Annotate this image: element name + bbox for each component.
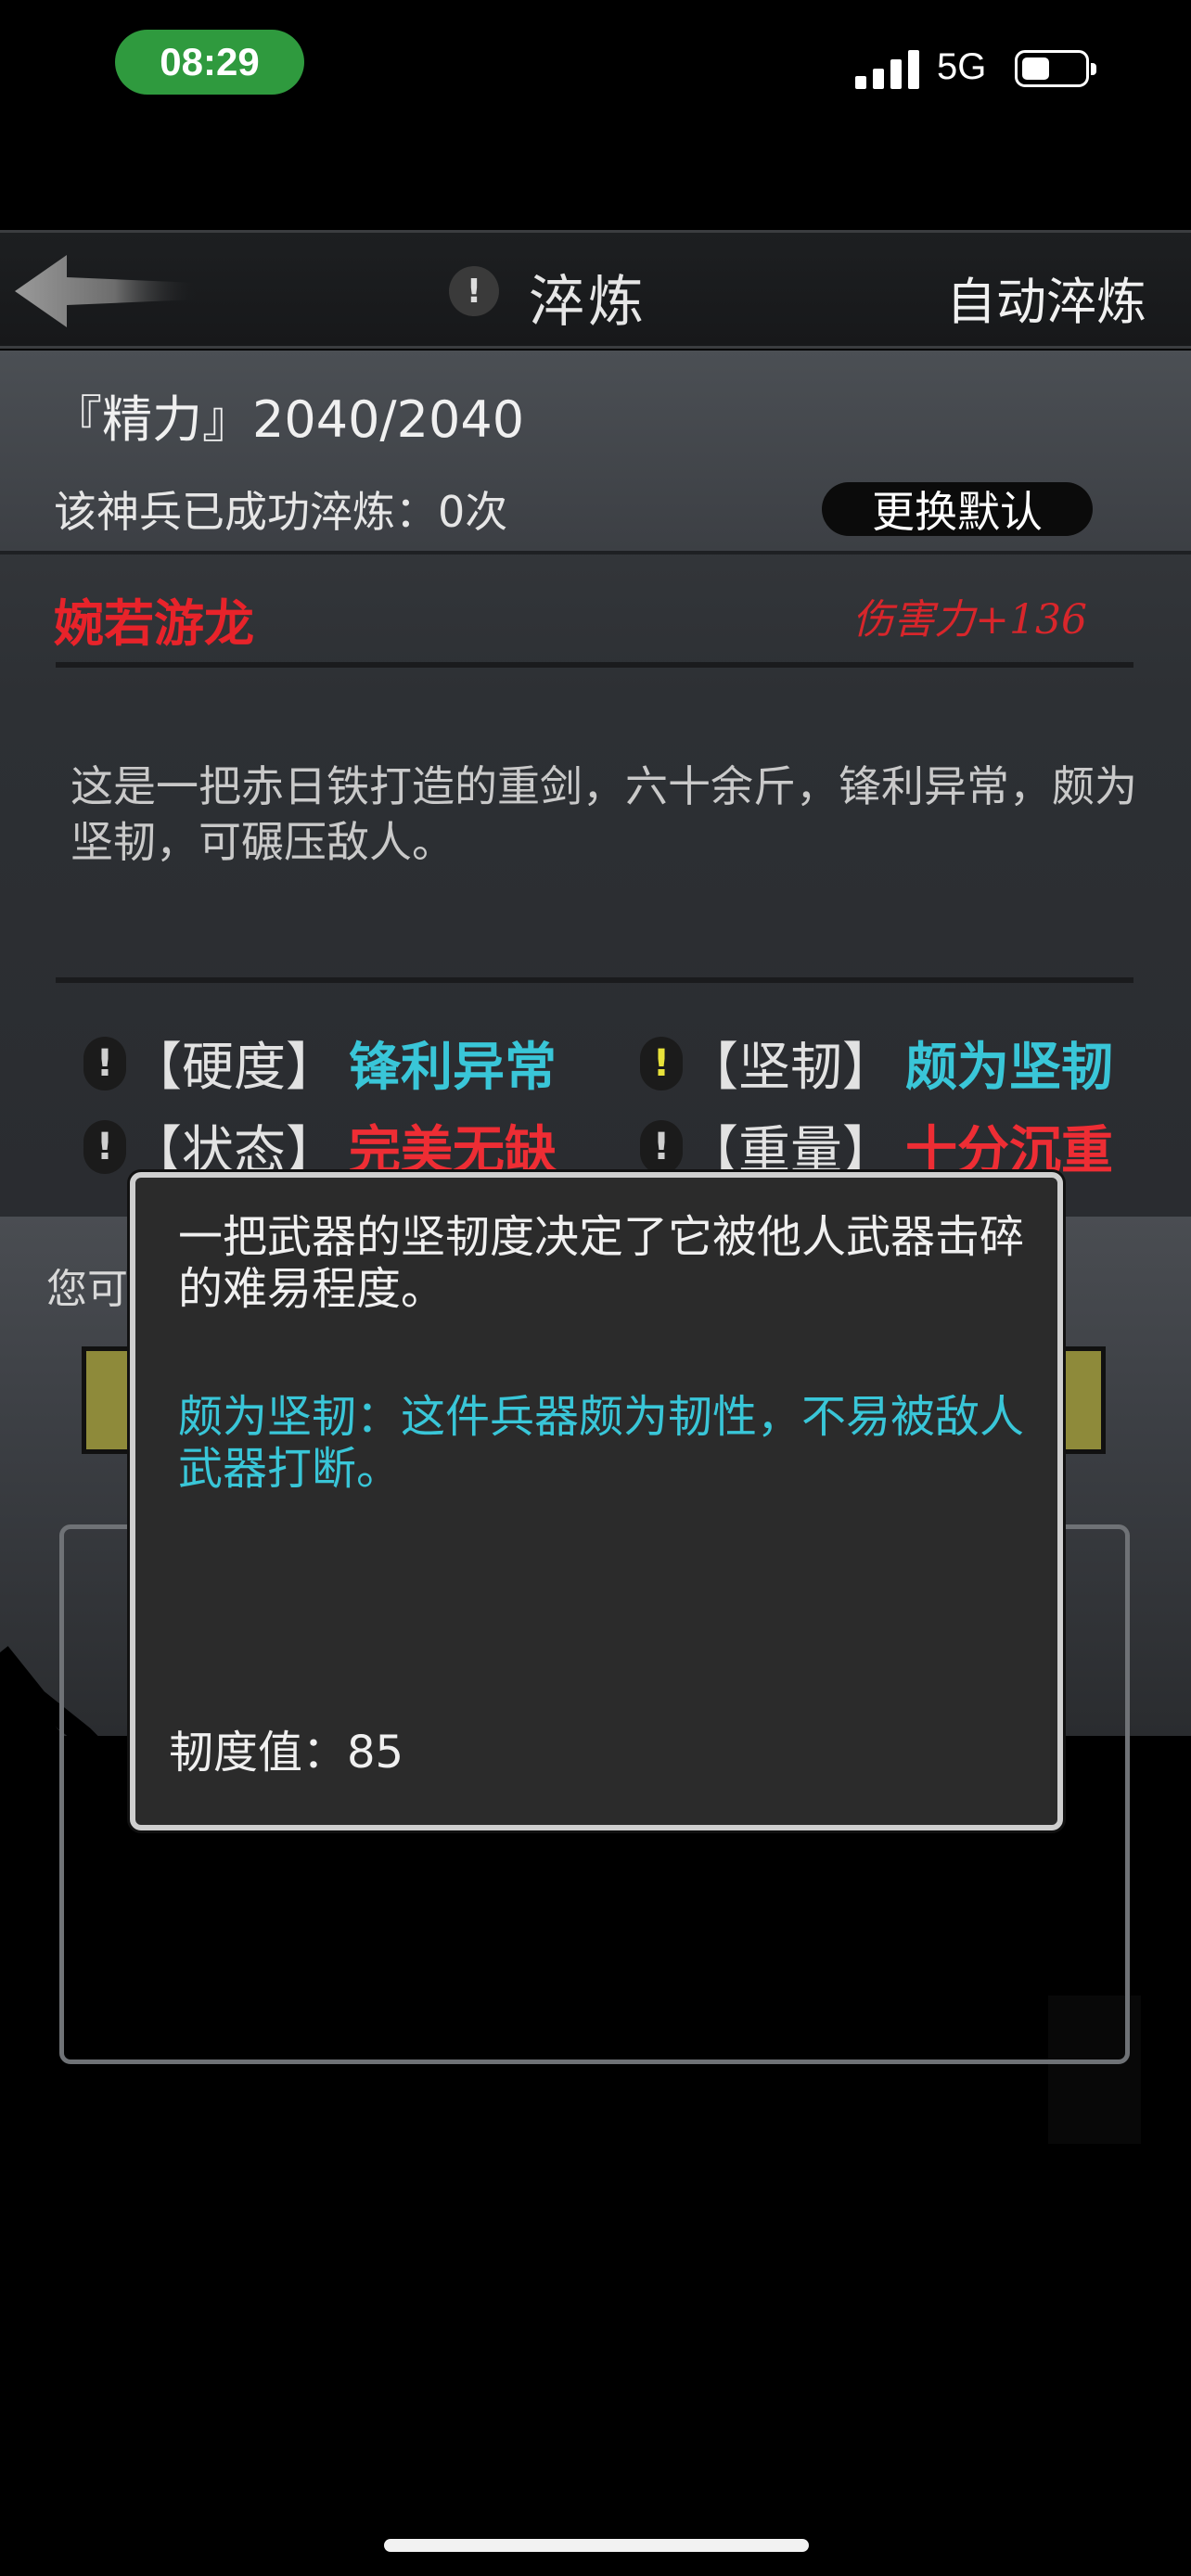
back-button[interactable] [15, 251, 200, 331]
tooltip-value: 韧度值：85 [169, 1727, 404, 1779]
page-title: 淬炼 [529, 270, 647, 335]
info-icon[interactable]: ! [83, 1119, 126, 1174]
auto-refine-button[interactable]: 自动淬炼 [946, 261, 1146, 334]
home-indicator[interactable] [384, 2539, 809, 2552]
divider [56, 662, 1133, 668]
tooltip-main-text: 一把武器的坚韧度决定了它被他人武器击碎的难易程度。 [178, 1211, 1025, 1315]
info-icon[interactable]: ! [83, 1036, 126, 1090]
background-partial-text: 您可 [46, 1266, 128, 1313]
header-bar: ! 淬炼 自动淬炼 [0, 230, 1191, 349]
tooltip-detail-text: 颇为坚韧：这件兵器颇为韧性，不易被敌人武器打断。 [178, 1391, 1025, 1495]
attribute-value: 锋利异常 [349, 1038, 557, 1098]
refined-count: 该神兵已成功淬炼：0次 [54, 487, 508, 537]
info-icon[interactable]: ! [640, 1036, 683, 1090]
energy-value: 『精力』2040/2040 [52, 390, 525, 449]
weapon-description: 这是一把赤日铁打造的重剑，六十余斤，锋利异常，颇为坚韧，可碾压敌人。 [70, 761, 1137, 867]
info-icon[interactable]: ! [640, 1119, 683, 1174]
battery-icon [1015, 50, 1096, 87]
signal-icon [855, 48, 920, 89]
attribute-value: 颇为坚韧 [905, 1038, 1113, 1098]
attribute-hardness[interactable]: ! 【硬度】 锋利异常 [83, 1026, 557, 1101]
change-default-button[interactable]: 更换默认 [822, 482, 1093, 537]
network-label: 5G [937, 46, 987, 87]
attribute-toughness[interactable]: ! 【坚韧】 颇为坚韧 [640, 1026, 1113, 1101]
attribute-key: 【硬度】 [130, 1038, 338, 1098]
back-arrow-icon [15, 255, 197, 327]
header-info-icon[interactable]: ! [449, 266, 499, 316]
divider [0, 551, 1191, 555]
toughness-tooltip[interactable]: 一把武器的坚韧度决定了它被他人武器击碎的难易程度。 颇为坚韧：这件兵器颇为韧性，… [130, 1172, 1063, 1830]
divider [56, 977, 1133, 983]
weapon-name: 婉若游龙 [54, 594, 254, 653]
attribute-key: 【坚韧】 [686, 1038, 894, 1098]
status-time: 08:29 [115, 30, 304, 95]
weapon-damage: 伤害力+136 [852, 596, 1087, 644]
